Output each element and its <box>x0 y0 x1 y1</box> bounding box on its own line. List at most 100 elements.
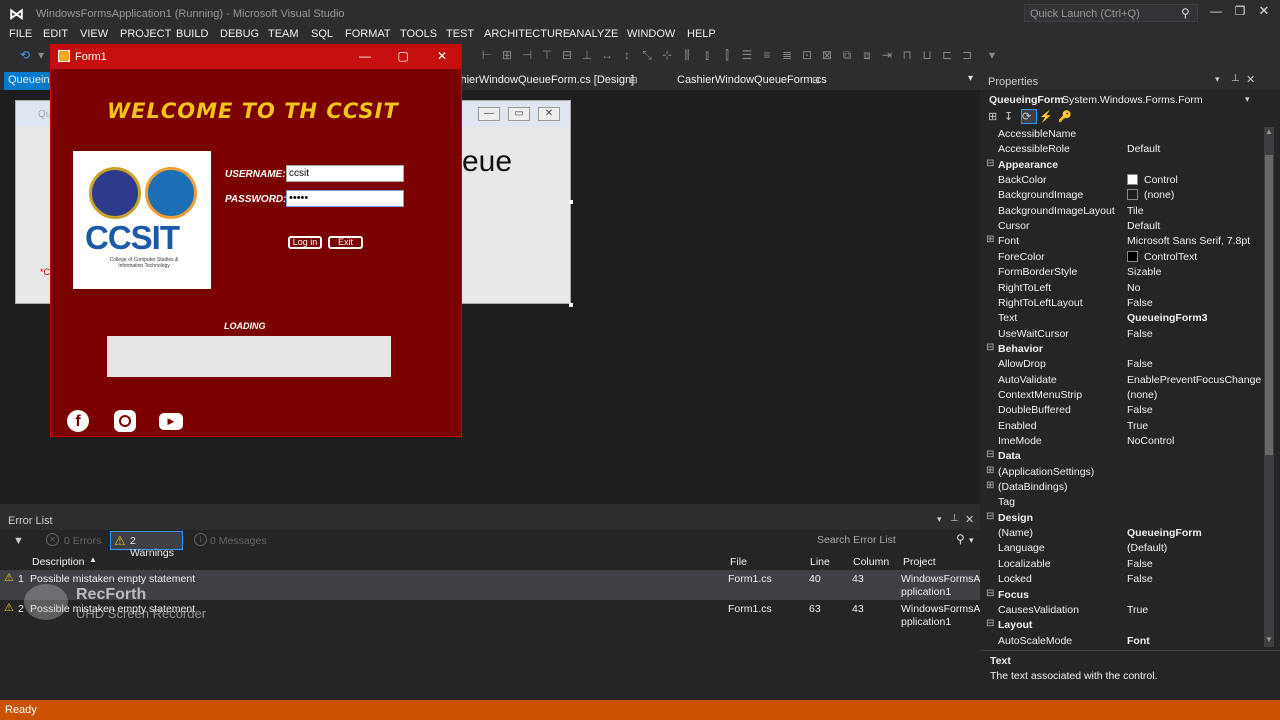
error-search-input[interactable]: Search Error List <box>817 534 896 546</box>
collapse-icon[interactable]: ⊟ <box>986 588 994 599</box>
property-row[interactable]: ImeMode NoControl <box>980 434 1262 449</box>
minimize-icon[interactable]: — <box>1206 4 1226 18</box>
exit-button[interactable]: Exit <box>328 236 363 249</box>
column-file[interactable]: File <box>730 556 747 568</box>
menu-sql[interactable]: SQL <box>311 28 333 40</box>
vspace-inc-icon[interactable]: ≡ <box>760 48 774 62</box>
tab-cashier-code[interactable]: CashierWindowQueueForm.cs <box>677 74 827 86</box>
menu-analyze[interactable]: ANALYZE <box>569 28 618 40</box>
property-row[interactable]: RightToLeftLayout False <box>980 296 1262 311</box>
property-row[interactable]: AccessibleRole Default <box>980 142 1262 157</box>
expand-icon[interactable]: ⊞ <box>986 234 994 245</box>
properties-scrollbar[interactable]: ▼ ▲ <box>1264 127 1274 647</box>
close-icon[interactable]: ✕ <box>1254 3 1274 19</box>
menu-help[interactable]: HELP <box>687 28 716 40</box>
column-line[interactable]: Line <box>810 556 830 568</box>
password-input[interactable]: ••••• <box>286 190 404 207</box>
property-category[interactable]: ⊟ Layout <box>980 618 1262 633</box>
vspace-equal-icon[interactable]: ☰ <box>740 48 754 62</box>
property-row[interactable]: FormBorderStyle Sizable <box>980 265 1262 280</box>
bring-front-icon[interactable]: ⧉ <box>840 48 854 62</box>
maximize-icon[interactable]: ▢ <box>393 48 413 64</box>
size-height-icon[interactable]: ↕ <box>620 48 634 62</box>
properties-view-icon[interactable]: ⟳ <box>1021 109 1037 124</box>
collapse-icon[interactable]: ⊟ <box>986 342 994 353</box>
property-row[interactable]: BackgroundImageLayout Tile <box>980 204 1262 219</box>
menu-test[interactable]: TEST <box>446 28 474 40</box>
username-input[interactable]: ccsit <box>286 165 404 182</box>
pin-icon[interactable]: ⊟ <box>812 75 820 86</box>
dropdown-icon[interactable]: ▾ <box>937 514 942 525</box>
dropdown-icon[interactable]: ▾ <box>1215 74 1220 85</box>
grid-icon[interactable]: ⊹ <box>660 48 674 62</box>
column-description[interactable]: Description <box>32 556 85 568</box>
property-row[interactable]: UseWaitCursor False <box>980 327 1262 342</box>
property-pages-icon[interactable]: 🔑 <box>1058 110 1074 124</box>
align-middle-icon[interactable]: ⊟ <box>560 48 574 62</box>
format-icon[interactable]: ⊔ <box>920 48 934 62</box>
menu-project[interactable]: PROJECT <box>120 28 171 40</box>
property-row[interactable]: BackColor Control <box>980 173 1262 188</box>
property-row[interactable]: CausesValidation True <box>980 603 1262 618</box>
tab-cashier-design[interactable]: shierWindowQueueForm.cs [Design] <box>455 74 634 86</box>
size-both-icon[interactable]: ⤡ <box>640 48 654 62</box>
minimize-icon[interactable]: — <box>355 48 375 64</box>
menu-team[interactable]: TEAM <box>268 28 299 40</box>
collapse-icon[interactable]: ⊟ <box>986 449 994 460</box>
menu-edit[interactable]: EDIT <box>43 28 68 40</box>
messages-filter-button[interactable]: i 0 Messages <box>192 532 272 550</box>
snap-icon[interactable]: ⊏ <box>940 48 954 62</box>
youtube-icon[interactable]: ▶ <box>159 413 183 430</box>
filter-icon[interactable]: ▼ <box>13 535 24 547</box>
close-icon[interactable]: ✕ <box>432 48 452 64</box>
property-row[interactable]: AllowDrop False <box>980 357 1262 372</box>
property-row[interactable]: Cursor Default <box>980 219 1262 234</box>
quick-launch-input[interactable]: Quick Launch (Ctrl+Q) ⚲ <box>1024 4 1198 22</box>
property-row[interactable]: ⊞ Font Microsoft Sans Serif, 7.8pt <box>980 234 1262 249</box>
resize-handle[interactable] <box>569 303 573 307</box>
tab-order-icon[interactable]: ⇥ <box>880 48 894 62</box>
menu-debug[interactable]: DEBUG <box>220 28 259 40</box>
lock-controls-icon[interactable]: ⊓ <box>900 48 914 62</box>
alphabetical-icon[interactable]: ↧ <box>1004 110 1020 124</box>
property-row[interactable]: (Name) QueueingForm <box>980 526 1262 541</box>
property-row[interactable]: Tag <box>980 495 1262 510</box>
property-row[interactable]: Localizable False <box>980 557 1262 572</box>
pin-icon[interactable]: ⊥ <box>950 513 959 524</box>
spacing-icon[interactable]: ⊐ <box>960 48 974 62</box>
scrollbar-thumb[interactable] <box>1265 155 1273 455</box>
vspace-dec-icon[interactable]: ≣ <box>780 48 794 62</box>
property-row[interactable]: RightToLeft No <box>980 281 1262 296</box>
align-left-icon[interactable]: ⊢ <box>480 48 494 62</box>
close-icon[interactable]: ✕ <box>965 513 974 526</box>
center-v-icon[interactable]: ⊠ <box>820 48 834 62</box>
object-selector[interactable]: QueueingForm System.Windows.Forms.Form ▾ <box>980 92 1262 110</box>
resize-handle[interactable] <box>569 200 573 204</box>
scroll-down-icon[interactable]: ▼ <box>1265 635 1273 644</box>
property-row[interactable]: BackgroundImage (none) <box>980 188 1262 203</box>
warnings-filter-button[interactable]: ⚠ 2 Warnings <box>110 531 183 559</box>
property-category[interactable]: ⊟ Focus <box>980 588 1262 603</box>
pin-icon[interactable]: ⊟ <box>630 75 638 86</box>
center-h-icon[interactable]: ⊡ <box>800 48 814 62</box>
collapse-icon[interactable]: ⊟ <box>986 511 994 522</box>
restore-icon[interactable]: ❐ <box>1230 4 1250 18</box>
expand-icon[interactable]: ⊞ <box>986 465 994 476</box>
instagram-icon[interactable] <box>114 410 136 432</box>
property-row[interactable]: AutoValidate EnablePreventFocusChange <box>980 373 1262 388</box>
events-icon[interactable]: ⚡ <box>1039 110 1055 124</box>
property-category[interactable]: ⊟ Behavior <box>980 342 1262 357</box>
property-row[interactable]: AutoScaleMode Font <box>980 634 1262 648</box>
menu-view[interactable]: VIEW <box>80 28 108 40</box>
menu-format[interactable]: FORMAT <box>345 28 391 40</box>
send-back-icon[interactable]: ⧈ <box>860 48 874 62</box>
hspace-inc-icon[interactable]: ⫾ <box>700 48 714 62</box>
align-right-icon[interactable]: ⊣ <box>520 48 534 62</box>
collapse-icon[interactable]: ⊟ <box>986 158 994 169</box>
align-center-icon[interactable]: ⊞ <box>500 48 514 62</box>
close-icon[interactable]: ✕ <box>1246 73 1255 86</box>
column-project[interactable]: Project <box>903 556 936 568</box>
dropdown-icon[interactable]: ▾ <box>34 48 48 62</box>
menu-tools[interactable]: TOOLS <box>400 28 437 40</box>
menu-architecture[interactable]: ARCHITECTURE <box>484 28 570 40</box>
